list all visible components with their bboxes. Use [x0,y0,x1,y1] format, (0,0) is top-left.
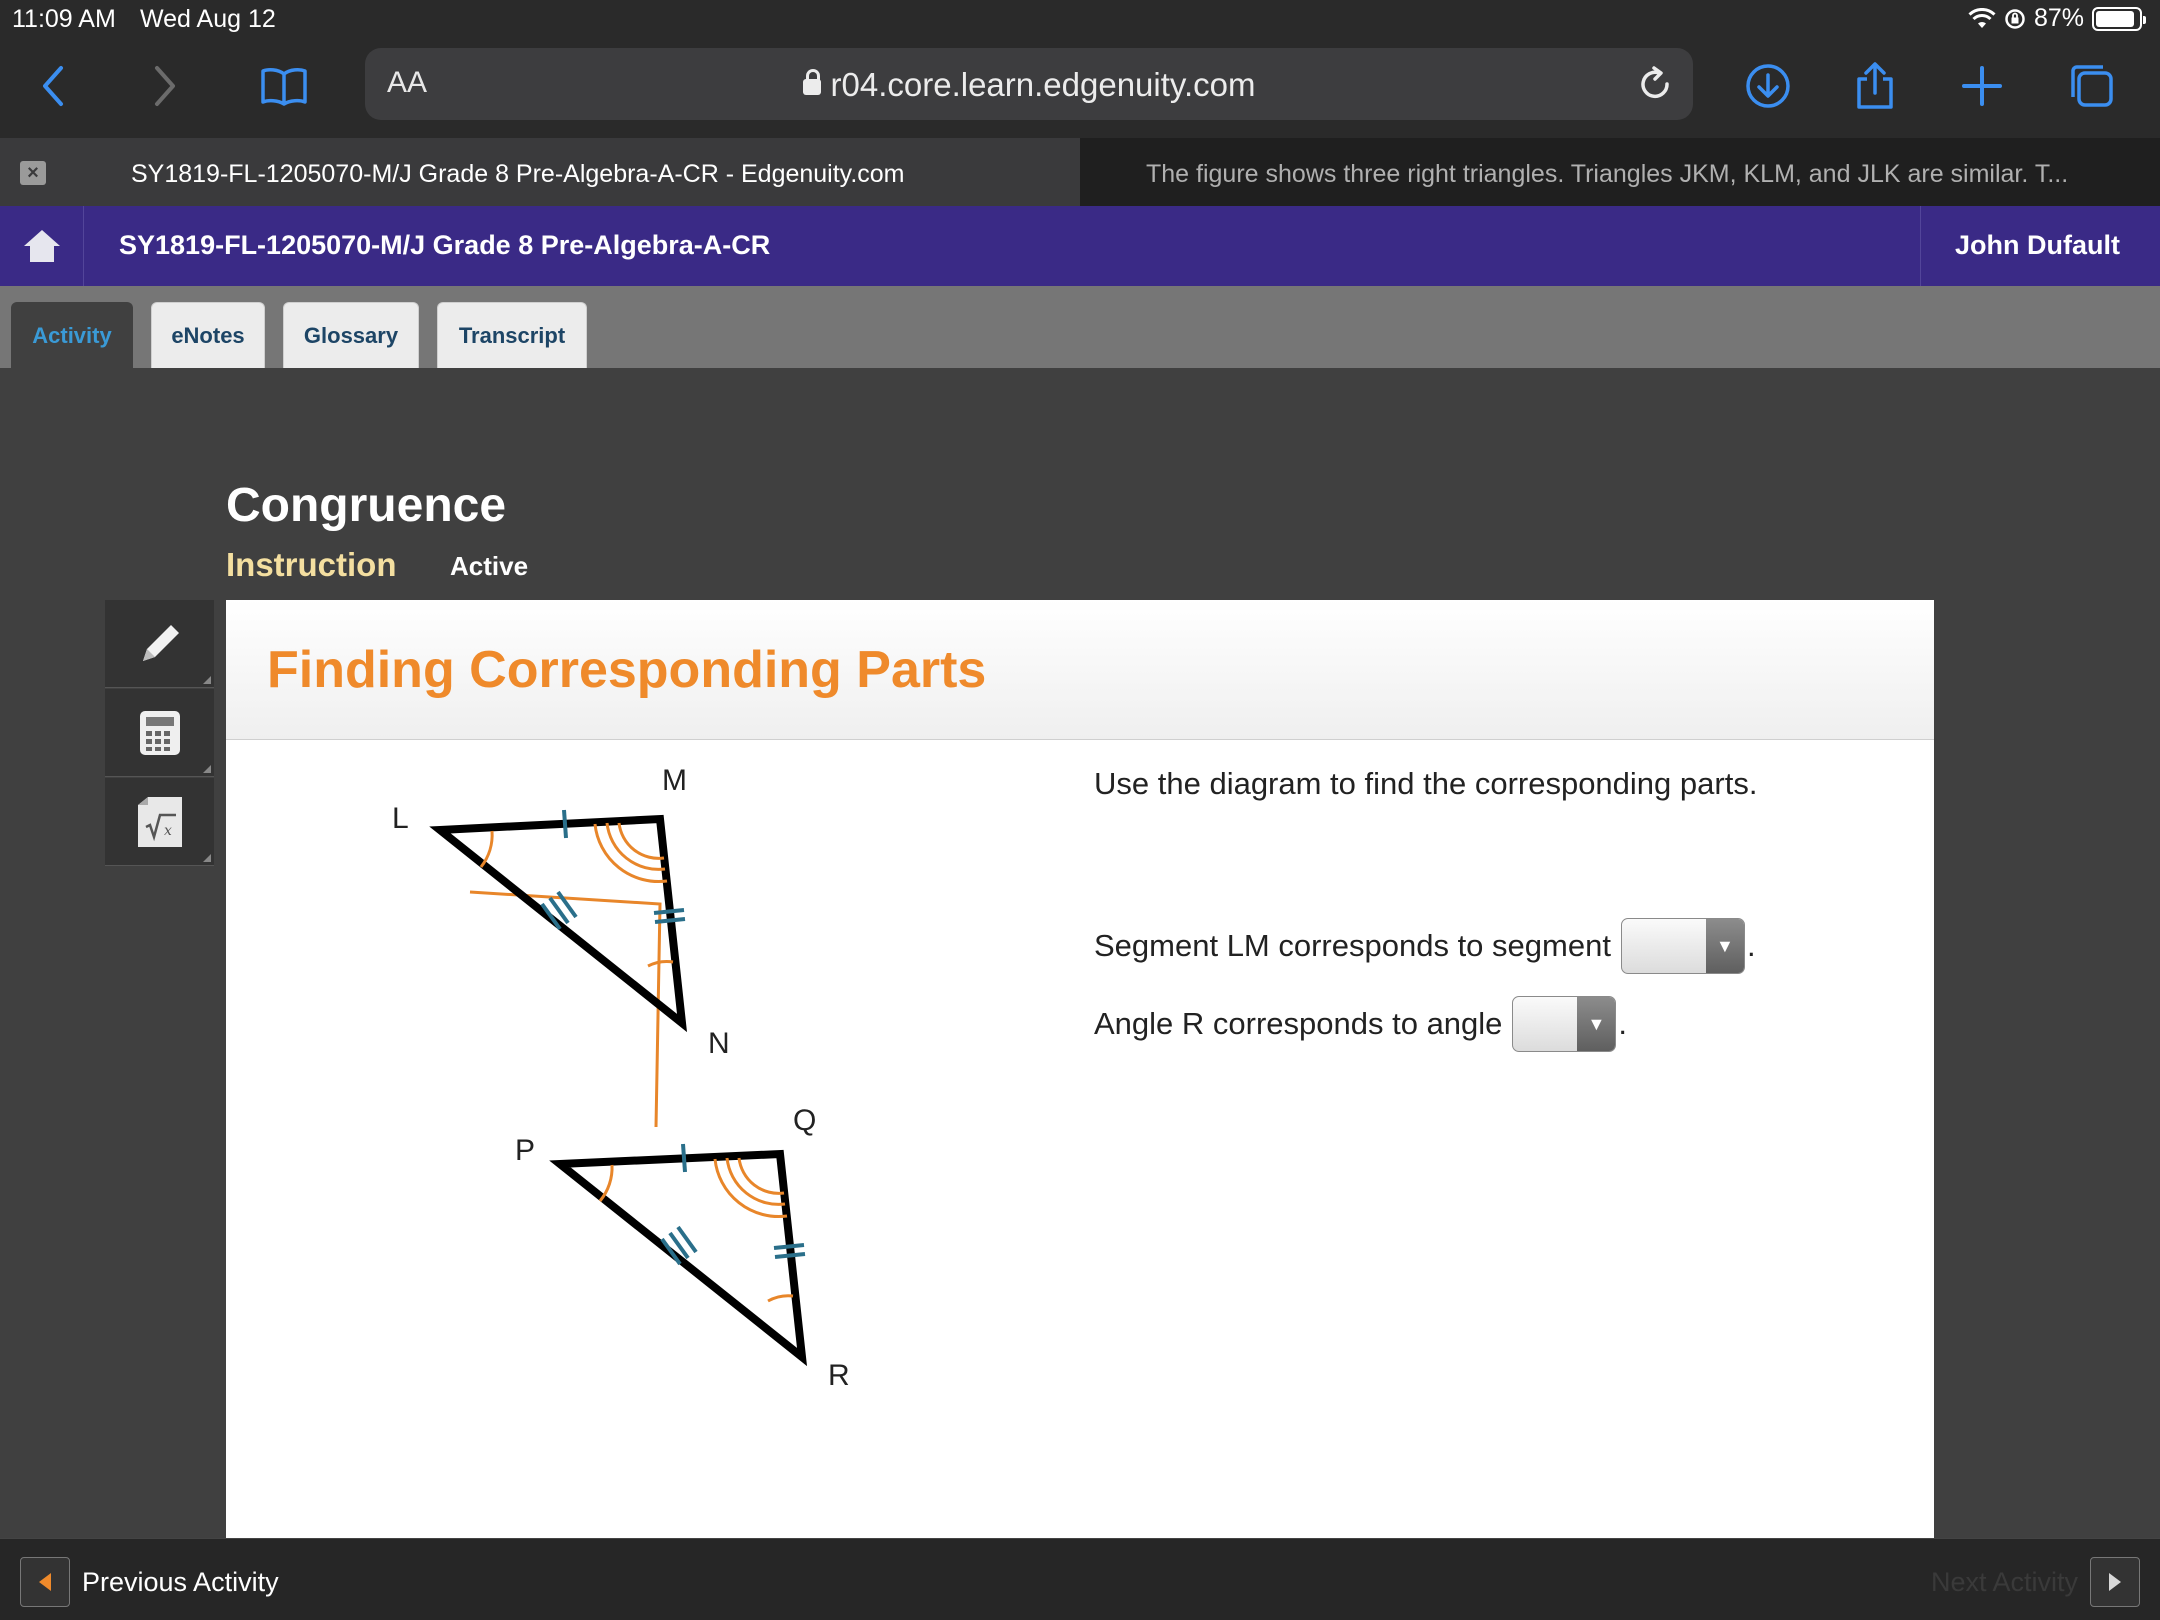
triangle-pqr: P Q R [515,1104,850,1392]
vertex-label-q: Q [793,1104,816,1137]
chevron-down-icon: ▼ [1577,997,1616,1051]
vertex-label-m: M [662,764,687,797]
next-activity-label: Next Activity [1930,1567,2078,1597]
browser-toolbar: AA r04.core.learn.edgenuity.com [0,40,2160,138]
vertex-label-p: P [515,1134,535,1167]
activity-panel: Finding Corresponding Parts L M N P Q R … [226,600,1934,1538]
activity-nav: Activity eNotes Glossary Transcript [0,286,2160,368]
status-time: 11:09 AM [12,5,116,33]
wifi-icon [1968,7,1996,28]
bookmarks-icon[interactable] [252,54,316,118]
activity-footer: Previous Activity Next Activity [0,1538,2160,1620]
vertex-label-l: L [392,802,409,835]
reload-icon[interactable] [1637,64,1673,104]
course-title: SY1819-FL-1205070-M/J Grade 8 Pre-Algebr… [119,230,771,260]
tabs-overview-icon[interactable] [2060,54,2124,118]
vertex-label-r: R [828,1359,850,1392]
formula-sheet-icon: x [137,796,182,847]
question-angle: Angle R corresponds to angle ▼ . [1094,996,1627,1052]
forward-icon[interactable] [132,54,196,118]
triangle-diagram: L M N P Q R [392,764,850,1392]
tab-title: SY1819-FL-1205070-M/J Grade 8 Pre-Algebr… [131,160,905,188]
tab-enotes[interactable]: eNotes [151,302,265,368]
question-segment: Segment LM corresponds to segment ▼ . [1094,918,1756,974]
browser-tab-active[interactable]: × SY1819-FL-1205070-M/J Grade 8 Pre-Alge… [0,138,1080,206]
home-button[interactable] [0,206,84,286]
instruction-text: Use the diagram to find the correspondin… [1094,766,1758,801]
user-menu[interactable]: John Dufault [1920,206,2160,286]
back-icon[interactable] [22,54,86,118]
question-text: Segment LM corresponds to segment [1094,928,1611,963]
lesson-subtitle: Instruction [226,546,397,583]
triangle-lmn: L M N [392,764,730,1128]
angle-answer-dropdown[interactable]: ▼ [1512,996,1617,1052]
calculator-tool-button[interactable] [105,689,214,777]
formula-tool-button[interactable]: x [105,778,214,866]
tab-glossary[interactable]: Glossary [283,302,419,368]
next-activity-button [2090,1557,2140,1607]
arrow-right-icon [2109,1573,2121,1591]
address-bar[interactable]: AA r04.core.learn.edgenuity.com [365,48,1693,120]
battery-percent: 87% [2033,4,2084,32]
share-icon[interactable] [1843,54,1907,118]
status-indicators: 87% [1968,4,2146,33]
browser-tab-bar: × SY1819-FL-1205070-M/J Grade 8 Pre-Alge… [0,138,2160,206]
panel-title: Finding Corresponding Parts [267,641,987,699]
lesson-status: Active [450,551,529,581]
tab-activity[interactable]: Activity [11,302,133,368]
user-name: John Dufault [1955,230,2120,260]
new-tab-icon[interactable] [1950,54,2014,118]
segment-answer-dropdown[interactable]: ▼ [1620,918,1745,974]
question-text: Angle R corresponds to angle [1094,1006,1503,1041]
home-icon [23,230,60,262]
status-bar: 11:09 AM Wed Aug 12 87% [0,0,2160,40]
download-icon[interactable] [1736,54,1800,118]
vertex-label-n: N [708,1027,730,1060]
previous-activity-label[interactable]: Previous Activity [82,1567,279,1598]
pencil-tool-button[interactable] [105,600,214,688]
previous-activity-button[interactable] [20,1557,70,1607]
app-header: SY1819-FL-1205070-M/J Grade 8 Pre-Algebr… [0,206,2160,286]
chevron-down-icon: ▼ [1705,919,1744,973]
orientation-lock-icon [2005,8,2025,29]
tab-transcript[interactable]: Transcript [437,302,587,368]
panel-header: Finding Corresponding Parts [226,600,1934,740]
lesson-title: Congruence [226,479,507,532]
browser-tab-inactive[interactable]: The figure shows three right triangles. … [1080,138,2160,206]
tab-title: The figure shows three right triangles. … [1146,160,2069,188]
battery-icon [2092,6,2146,31]
status-date: Wed Aug 12 [140,5,276,33]
close-tab-icon[interactable]: × [20,161,46,185]
calculator-icon [139,710,180,755]
url-text: r04.core.learn.edgenuity.com [365,66,1693,104]
svg-text:x: x [164,823,172,839]
pencil-icon [142,624,179,661]
lock-icon [802,69,821,95]
arrow-left-icon [39,1573,51,1591]
